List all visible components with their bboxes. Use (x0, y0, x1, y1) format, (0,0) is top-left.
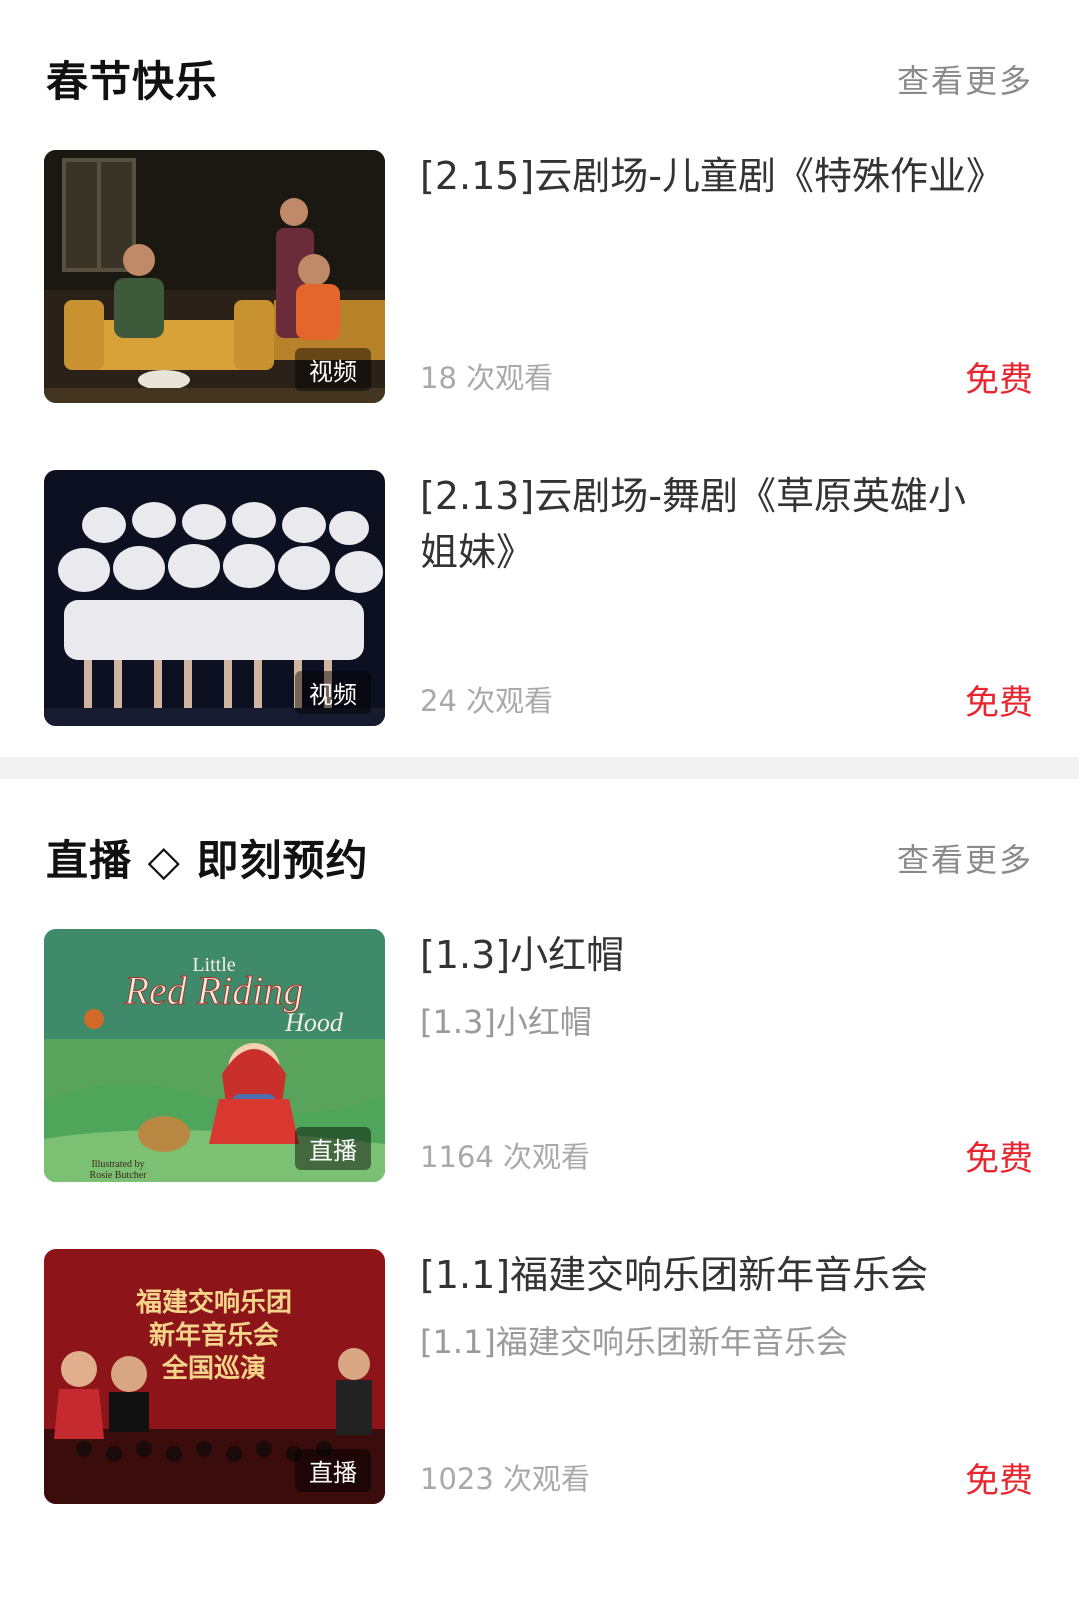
live-badge: 直播 (295, 1127, 371, 1170)
poster-title-line1: 福建交响乐团 (135, 1287, 292, 1318)
section-title: 春节快乐 (46, 57, 219, 106)
item-title[interactable]: [1.1]福建交响乐团新年音乐会 (420, 1247, 990, 1303)
thumb-title-line3: Hood (284, 1008, 344, 1037)
thumbnail-image[interactable]: Little Red Riding Hood Illustrated by Ro… (44, 929, 385, 1182)
live-badge: 直播 (295, 1449, 371, 1492)
section-spring-festival: 春节快乐 查看更多 视频 [2.15]云剧场-儿童剧《特殊作业》 18 次观看 … (0, 0, 1079, 757)
price-label: 免费 (965, 1461, 1033, 1501)
section-divider (0, 757, 1079, 779)
item-title[interactable]: [2.13]云剧场-舞剧《草原英雄小姐妹》 (420, 468, 990, 580)
section-live: 直播 ◇ 即刻预约 查看更多 Little Red Riding Hood Il… (0, 779, 1079, 1569)
item-subtitle: [1.1]福建交响乐团新年音乐会 (420, 1323, 848, 1361)
view-more-link[interactable]: 查看更多 (897, 835, 1033, 881)
thumbnail-image[interactable]: 福建交响乐团 新年音乐会 全国巡演 直播 (44, 1249, 385, 1504)
item-title[interactable]: [1.3]小红帽 (420, 927, 990, 983)
price-label: 免费 (965, 683, 1033, 723)
price-label: 免费 (965, 1139, 1033, 1179)
list-item[interactable]: 福建交响乐团 新年音乐会 全国巡演 直播 [1.1]福建交响乐团新年音乐会 [1… (0, 1249, 1079, 1569)
thumb-credit-line2: Rosie Butcher (90, 1170, 148, 1181)
item-title[interactable]: [2.15]云剧场-儿童剧《特殊作业》 (420, 148, 1004, 204)
section-header: 春节快乐 查看更多 (0, 0, 1079, 150)
poster-title-line3: 全国巡演 (161, 1353, 266, 1384)
view-count: 1023 次观看 (420, 1462, 591, 1496)
view-count: 24 次观看 (420, 684, 554, 718)
price-label: 免费 (965, 360, 1033, 400)
item-info: [1.3]小红帽 [1.3]小红帽 1164 次观看 免费 (420, 929, 1033, 1182)
poster-title-line2: 新年音乐会 (149, 1320, 279, 1351)
view-more-link[interactable]: 查看更多 (897, 56, 1033, 102)
item-info: [2.15]云剧场-儿童剧《特殊作业》 18 次观看 免费 (420, 150, 1033, 403)
video-badge: 视频 (295, 671, 371, 714)
thumb-title-line2: Red Riding (124, 968, 304, 1013)
item-info: [1.1]福建交响乐团新年音乐会 [1.1]福建交响乐团新年音乐会 1023 次… (420, 1249, 1033, 1504)
list-item[interactable]: 视频 [2.13]云剧场-舞剧《草原英雄小姐妹》 24 次观看 免费 (0, 470, 1079, 757)
item-subtitle: [1.3]小红帽 (420, 1003, 592, 1041)
view-count: 18 次观看 (420, 361, 554, 395)
section-header: 直播 ◇ 即刻预约 查看更多 (0, 779, 1079, 929)
video-badge: 视频 (295, 348, 371, 391)
list-item[interactable]: Little Red Riding Hood Illustrated by Ro… (0, 929, 1079, 1249)
item-info: [2.13]云剧场-舞剧《草原英雄小姐妹》 24 次观看 免费 (420, 470, 1033, 726)
section-title: 直播 ◇ 即刻预约 (46, 836, 369, 885)
thumb-credit-line1: Illustrated by (91, 1159, 144, 1170)
thumbnail-image[interactable]: 视频 (44, 470, 385, 726)
view-count: 1164 次观看 (420, 1140, 591, 1174)
thumbnail-image[interactable]: 视频 (44, 150, 385, 403)
list-item[interactable]: 视频 [2.15]云剧场-儿童剧《特殊作业》 18 次观看 免费 (0, 150, 1079, 470)
